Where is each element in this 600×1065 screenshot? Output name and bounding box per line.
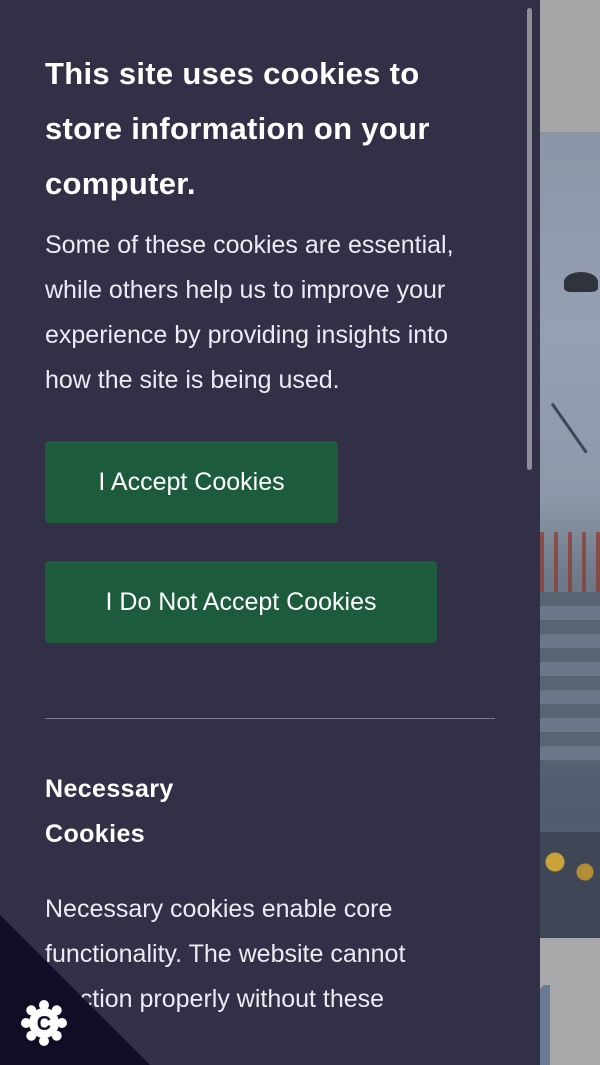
cookie-icon[interactable]: C [20, 999, 68, 1047]
divider [45, 718, 495, 719]
panel-title: This site uses cookies to store informat… [45, 56, 430, 201]
panel-content: This site uses cookies to store informat… [45, 46, 497, 1022]
crane [550, 402, 588, 454]
panel-description: Some of these cookies are essential, whi… [45, 231, 454, 394]
accept-cookies-button[interactable]: I Accept Cookies [45, 441, 338, 523]
construction-site-photo [540, 132, 600, 938]
street-lamp [564, 272, 598, 292]
decline-cookies-button[interactable]: I Do Not Accept Cookies [45, 561, 437, 643]
scrollbar-thumb[interactable] [527, 8, 532, 470]
necessary-cookies-title: Necessary Cookies [45, 775, 174, 848]
building [540, 592, 600, 762]
cookie-consent-panel: This site uses cookies to store informat… [0, 0, 540, 1065]
crowd [540, 832, 600, 938]
cookie-icon-letter: C [37, 1013, 51, 1035]
scaffold [540, 532, 600, 592]
background-card [540, 985, 550, 1065]
background-header [540, 0, 600, 132]
necessary-cookies-description: Necessary cookies enable core functional… [45, 895, 406, 1013]
